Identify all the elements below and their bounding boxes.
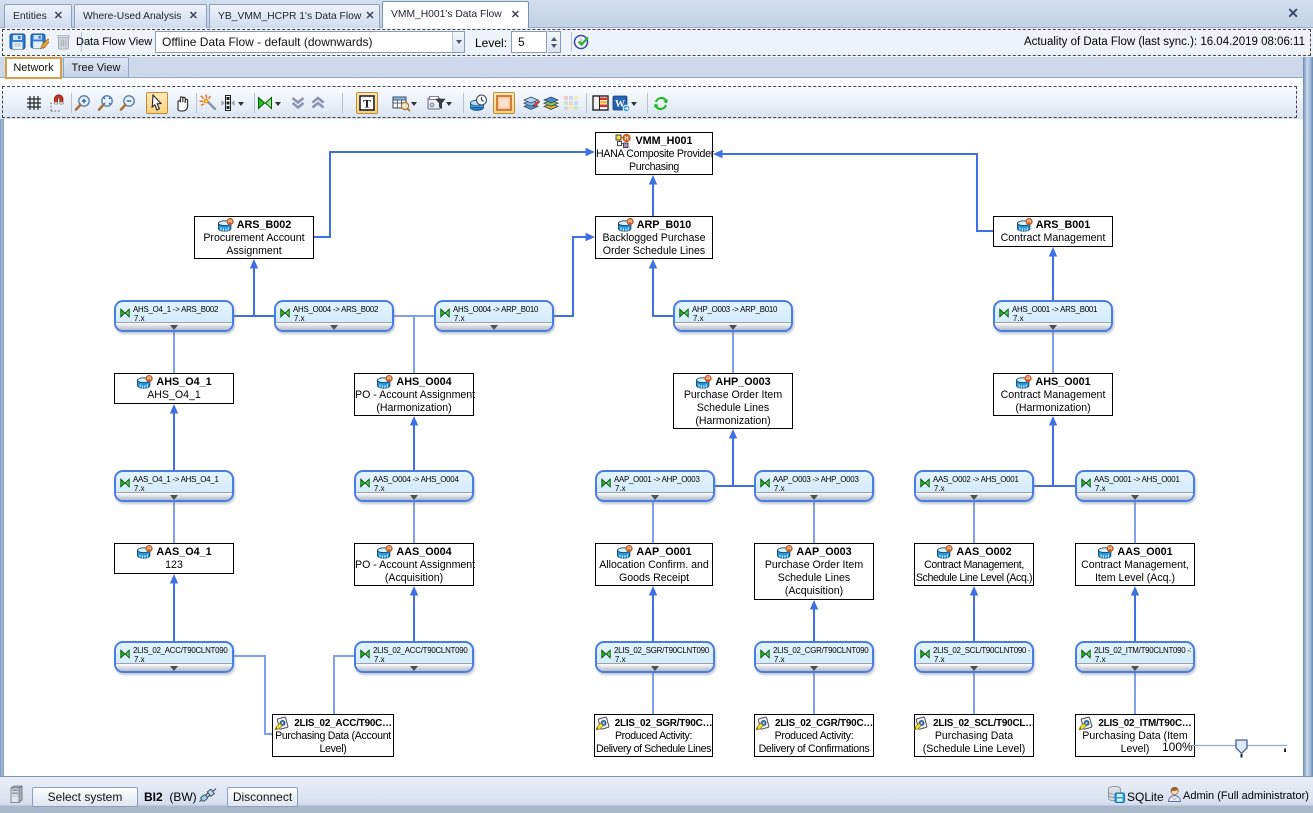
svg-text:T: T (363, 97, 371, 111)
svg-text:H: H (625, 136, 629, 142)
